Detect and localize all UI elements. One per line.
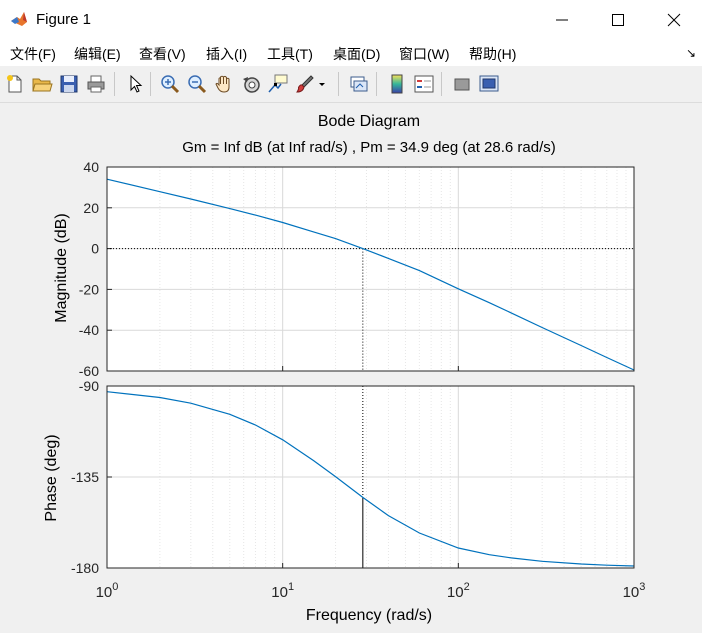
save-icon[interactable] xyxy=(58,73,80,95)
window-title: Figure 1 xyxy=(36,11,92,28)
menu-help[interactable]: 帮助(H) xyxy=(469,44,516,64)
hide-plot-tools-icon[interactable] xyxy=(451,73,473,95)
legend-icon[interactable] xyxy=(413,73,435,95)
minimize-button[interactable] xyxy=(534,0,590,40)
frequency-tick-label: 100 xyxy=(96,581,119,601)
frequency-tick-labels: 100 101 102 103 xyxy=(96,581,646,601)
toolbar-separator xyxy=(376,72,377,96)
dock-arrow-icon[interactable]: ↘ xyxy=(686,46,696,60)
phase-tick-label: -180 xyxy=(71,560,99,576)
menu-view[interactable]: 查看(V) xyxy=(139,44,186,64)
data-cursor-icon[interactable] xyxy=(267,73,289,95)
menu-desktop[interactable]: 桌面(D) xyxy=(333,44,380,64)
frequency-tick-label: 101 xyxy=(271,581,294,601)
phase-axes[interactable]: -90 -135 -180 xyxy=(71,378,635,576)
maximize-icon xyxy=(612,14,624,26)
menu-tools[interactable]: 工具(T) xyxy=(267,44,313,64)
magnitude-tick-label: 40 xyxy=(83,159,99,175)
magnitude-tick-label: -60 xyxy=(79,363,99,379)
plot-title: Bode Diagram xyxy=(318,113,420,130)
window-titlebar: Figure 1 xyxy=(0,0,702,40)
close-icon xyxy=(667,13,681,27)
matlab-icon xyxy=(10,10,28,28)
menu-bar: 文件(F) 编辑(E) 查看(V) 插入(I) 工具(T) 桌面(D) 窗口(W… xyxy=(0,40,702,66)
frequency-axis-label: Frequency (rad/s) xyxy=(306,607,432,624)
open-file-icon[interactable] xyxy=(31,73,53,95)
toolbar-separator xyxy=(338,72,339,96)
menu-window[interactable]: 窗口(W) xyxy=(399,44,450,64)
magnitude-axis-label: Magnitude (dB) xyxy=(53,213,70,322)
toolbar-separator xyxy=(150,72,151,96)
rotate-3d-icon[interactable] xyxy=(240,73,262,95)
figure-canvas: Bode Diagram Gm = Inf dB (at Inf rad/s) … xyxy=(0,103,702,628)
colorbar-icon[interactable] xyxy=(386,73,408,95)
frequency-tick-label: 102 xyxy=(447,581,470,601)
menu-edit[interactable]: 编辑(E) xyxy=(74,44,121,64)
select-pointer-icon[interactable] xyxy=(124,73,146,95)
link-plot-icon[interactable] xyxy=(348,73,370,95)
magnitude-tick-label: 0 xyxy=(91,241,99,257)
phase-tick-label: -90 xyxy=(79,378,99,394)
close-button[interactable] xyxy=(646,0,702,40)
phase-tick-label: -135 xyxy=(71,469,99,485)
figure-toolbar xyxy=(0,66,702,103)
bode-diagram[interactable]: Bode Diagram Gm = Inf dB (at Inf rad/s) … xyxy=(0,103,702,628)
magnitude-tick-label: 20 xyxy=(83,200,99,216)
menu-insert[interactable]: 插入(I) xyxy=(206,44,247,64)
toolbar-separator xyxy=(114,72,115,96)
zoom-out-icon[interactable] xyxy=(186,73,208,95)
magnitude-tick-label: -40 xyxy=(79,322,99,338)
toolbar-separator xyxy=(441,72,442,96)
magnitude-axes[interactable]: 40 20 0 -20 -40 -60 xyxy=(79,159,635,379)
new-figure-icon[interactable] xyxy=(4,73,26,95)
pan-icon[interactable] xyxy=(213,73,235,95)
magnitude-tick-label: -20 xyxy=(79,281,99,297)
maximize-button[interactable] xyxy=(590,0,646,40)
frequency-tick-label: 103 xyxy=(623,581,646,601)
phase-axis-label: Phase (deg) xyxy=(43,434,60,521)
print-icon[interactable] xyxy=(85,73,107,95)
brush-dropdown-icon[interactable] xyxy=(316,73,328,95)
brush-icon[interactable] xyxy=(294,73,316,95)
menu-file[interactable]: 文件(F) xyxy=(10,44,56,64)
plot-subtitle: Gm = Inf dB (at Inf rad/s) , Pm = 34.9 d… xyxy=(182,139,556,156)
show-plot-tools-icon[interactable] xyxy=(478,73,500,95)
zoom-in-icon[interactable] xyxy=(159,73,181,95)
minimize-icon xyxy=(556,19,568,21)
